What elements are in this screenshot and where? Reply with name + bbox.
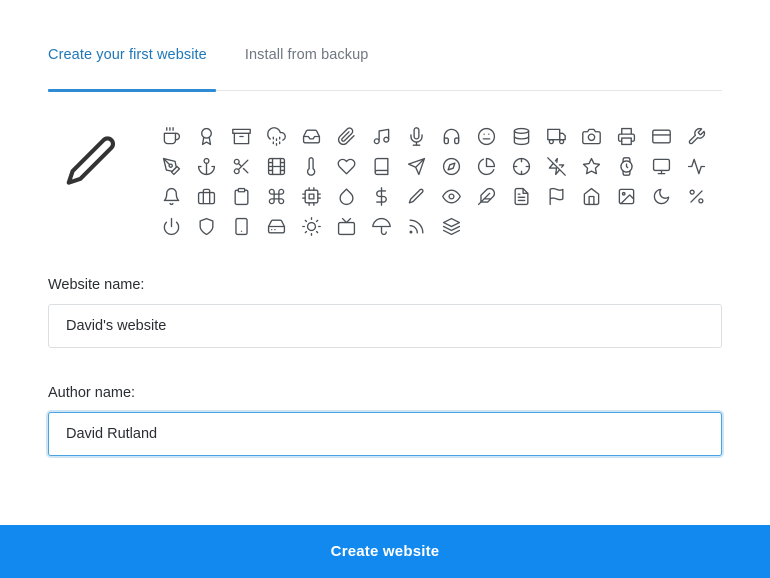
pencil-icon: [61, 131, 123, 193]
shield-icon[interactable]: [192, 211, 222, 241]
cloud-drizzle-icon[interactable]: [262, 121, 292, 151]
coffee-icon[interactable]: [157, 121, 187, 151]
activity-icon[interactable]: [682, 151, 712, 181]
pie-chart-icon[interactable]: [472, 151, 502, 181]
paperclip-icon[interactable]: [332, 121, 362, 151]
hard-drive-icon[interactable]: [262, 211, 292, 241]
moon-icon[interactable]: [647, 181, 677, 211]
music-icon[interactable]: [367, 121, 397, 151]
watch-icon[interactable]: [612, 151, 642, 181]
icon-grid[interactable]: [154, 112, 714, 241]
icon-picker: [48, 112, 722, 252]
image-icon[interactable]: [612, 181, 642, 211]
flag-icon[interactable]: [542, 181, 572, 211]
create-website-button[interactable]: Create website: [0, 525, 770, 578]
zap-off-icon[interactable]: [542, 151, 572, 181]
mic-icon[interactable]: [402, 121, 432, 151]
book-icon[interactable]: [367, 151, 397, 181]
headphones-icon[interactable]: [437, 121, 467, 151]
briefcase-icon[interactable]: [192, 181, 222, 211]
tab-bar: Create your first website Install from b…: [48, 40, 722, 92]
database-icon[interactable]: [507, 121, 537, 151]
monitor-icon[interactable]: [647, 151, 677, 181]
icon-grid-empty-slot: [472, 211, 502, 241]
crosshair-icon[interactable]: [507, 151, 537, 181]
tv-icon[interactable]: [332, 211, 362, 241]
pen-tool-icon[interactable]: [157, 151, 187, 181]
selected-icon-preview: [48, 112, 136, 208]
clipboard-icon[interactable]: [227, 181, 257, 211]
star-icon[interactable]: [577, 151, 607, 181]
award-icon[interactable]: [192, 121, 222, 151]
credit-card-icon[interactable]: [647, 121, 677, 151]
website-name-input[interactable]: [48, 304, 722, 348]
feather-icon[interactable]: [472, 181, 502, 211]
tab-create-website[interactable]: Create your first website: [48, 40, 207, 79]
command-icon[interactable]: [262, 181, 292, 211]
website-name-label: Website name:: [48, 277, 145, 293]
printer-icon[interactable]: [612, 121, 642, 151]
layers-icon[interactable]: [437, 211, 467, 241]
dollar-sign-icon[interactable]: [367, 181, 397, 211]
create-website-page: Create your first website Install from b…: [0, 0, 770, 578]
eye-icon[interactable]: [437, 181, 467, 211]
scissors-icon[interactable]: [227, 151, 257, 181]
tab-active-indicator: [48, 89, 216, 92]
power-icon[interactable]: [157, 211, 187, 241]
icon-grid-empty-slot: [647, 211, 677, 241]
author-name-field-group: Author name:: [48, 385, 722, 456]
camera-icon[interactable]: [577, 121, 607, 151]
thermometer-icon[interactable]: [297, 151, 327, 181]
film-icon[interactable]: [262, 151, 292, 181]
icon-grid-empty-slot: [542, 211, 572, 241]
website-name-field-group: Website name:: [48, 277, 722, 348]
heart-icon[interactable]: [332, 151, 362, 181]
tool-icon[interactable]: [682, 121, 712, 151]
smartphone-icon[interactable]: [227, 211, 257, 241]
compass-icon[interactable]: [437, 151, 467, 181]
tab-install-backup[interactable]: Install from backup: [245, 40, 369, 79]
cpu-icon[interactable]: [297, 181, 327, 211]
send-icon[interactable]: [402, 151, 432, 181]
file-text-icon[interactable]: [507, 181, 537, 211]
inbox-icon[interactable]: [297, 121, 327, 151]
icon-grid-empty-slot: [682, 211, 712, 241]
bell-icon[interactable]: [157, 181, 187, 211]
rss-icon[interactable]: [402, 211, 432, 241]
umbrella-icon[interactable]: [367, 211, 397, 241]
author-name-input[interactable]: [48, 412, 722, 456]
icon-grid-empty-slot: [577, 211, 607, 241]
pencil-icon[interactable]: [402, 181, 432, 211]
anchor-icon[interactable]: [192, 151, 222, 181]
truck-icon[interactable]: [542, 121, 572, 151]
icon-grid-empty-slot: [612, 211, 642, 241]
icon-grid-empty-slot: [507, 211, 537, 241]
sun-icon[interactable]: [297, 211, 327, 241]
droplet-icon[interactable]: [332, 181, 362, 211]
percent-icon[interactable]: [682, 181, 712, 211]
archive-icon[interactable]: [227, 121, 257, 151]
author-name-label: Author name:: [48, 385, 136, 401]
home-icon[interactable]: [577, 181, 607, 211]
meh-icon[interactable]: [472, 121, 502, 151]
